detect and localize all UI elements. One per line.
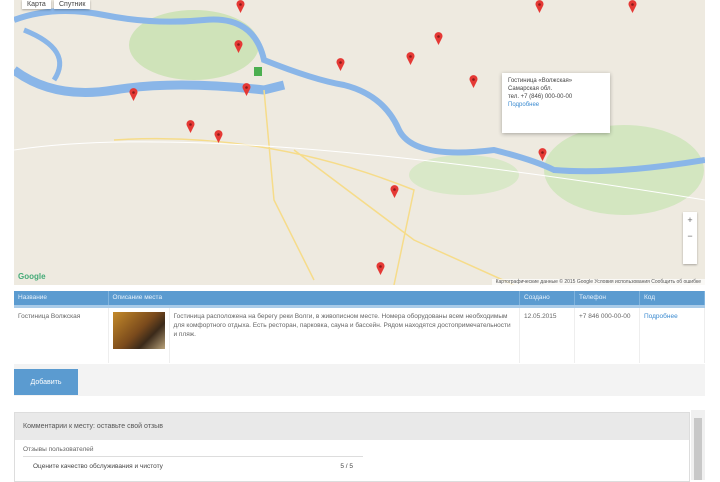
cell-description: Гостиница расположена на берегу реки Вол… bbox=[169, 304, 520, 363]
col-phone: Телефон bbox=[574, 291, 640, 306]
cell-link[interactable]: Подробнее bbox=[644, 313, 678, 320]
map-marker-icon[interactable] bbox=[242, 83, 251, 96]
map-marker-icon[interactable] bbox=[469, 75, 478, 88]
infowindow-title: Гостиница «Волжская» bbox=[508, 78, 573, 84]
panel-title: Комментарии к месту: оставьте свой отзыв bbox=[15, 413, 689, 440]
map-marker-icon[interactable] bbox=[376, 262, 385, 275]
item-value: 5 / 5 bbox=[340, 463, 353, 470]
add-button[interactable]: Добавить bbox=[14, 369, 78, 395]
table-header: Название Описание места Создано Телефон … bbox=[14, 291, 705, 306]
map-marker-icon[interactable] bbox=[336, 58, 345, 71]
zoom-in-button[interactable]: + bbox=[683, 212, 697, 228]
map-marker-icon[interactable] bbox=[535, 0, 544, 13]
map-marker-icon[interactable] bbox=[406, 52, 415, 65]
map-marker-icon[interactable] bbox=[186, 120, 195, 133]
list-item: Оцените качество обслуживания и чистоту … bbox=[33, 463, 353, 470]
map-marker-icon[interactable] bbox=[628, 0, 637, 13]
scrollbar-thumb[interactable] bbox=[694, 418, 702, 480]
place-thumbnail bbox=[112, 311, 165, 349]
map-marker-icon[interactable] bbox=[234, 40, 243, 53]
places-table: Название Описание места Создано Телефон … bbox=[14, 291, 705, 363]
cell-name: Гостиница Волжская bbox=[14, 304, 109, 363]
scrollbar[interactable] bbox=[691, 410, 705, 480]
fieldset-legend: Отзывы пользователей bbox=[23, 446, 94, 453]
map-marker-icon[interactable] bbox=[434, 32, 443, 45]
infowindow-link[interactable]: Подробнее bbox=[508, 102, 539, 108]
toolbar-band bbox=[14, 364, 705, 396]
map-background bbox=[14, 8, 705, 285]
map-infowindow: Гостиница «Волжская» Самарская обл. тел.… bbox=[502, 73, 610, 133]
map[interactable]: Карта Спутник Гостиница «Волжская» Самар… bbox=[14, 0, 705, 285]
col-created: Создано bbox=[519, 291, 575, 306]
col-description: Описание места bbox=[108, 291, 520, 306]
item-label: Оцените качество обслуживания и чистоту bbox=[33, 463, 163, 470]
map-marker-icon[interactable] bbox=[390, 185, 399, 198]
infowindow-line2: тел. +7 (846) 000-00-00 bbox=[508, 94, 573, 100]
map-marker-icon[interactable] bbox=[214, 130, 223, 143]
map-type-satellite[interactable]: Спутник bbox=[54, 0, 91, 9]
zoom-out-button[interactable]: − bbox=[683, 228, 697, 244]
zoom-control: + − bbox=[683, 212, 697, 264]
cell-created: 12.05.2015 bbox=[519, 304, 575, 363]
col-name: Название bbox=[14, 291, 109, 306]
comments-panel: Комментарии к месту: оставьте свой отзыв… bbox=[14, 412, 690, 482]
google-logo: Google bbox=[18, 272, 46, 281]
map-marker-icon[interactable] bbox=[538, 148, 547, 161]
cell-phone: +7 846 000-00-00 bbox=[574, 304, 640, 363]
map-marker-icon[interactable] bbox=[129, 88, 138, 101]
table-row: Гостиница Волжская Гостиница расположена… bbox=[14, 304, 705, 363]
map-attribution[interactable]: Картографические данные © 2015 Google Ус… bbox=[491, 279, 705, 285]
infowindow-line1: Самарская обл. bbox=[508, 86, 553, 92]
map-marker-icon[interactable] bbox=[236, 0, 245, 13]
green-marker-icon[interactable] bbox=[254, 67, 262, 76]
map-type-map[interactable]: Карта bbox=[22, 0, 51, 9]
col-code: Код bbox=[639, 291, 705, 306]
